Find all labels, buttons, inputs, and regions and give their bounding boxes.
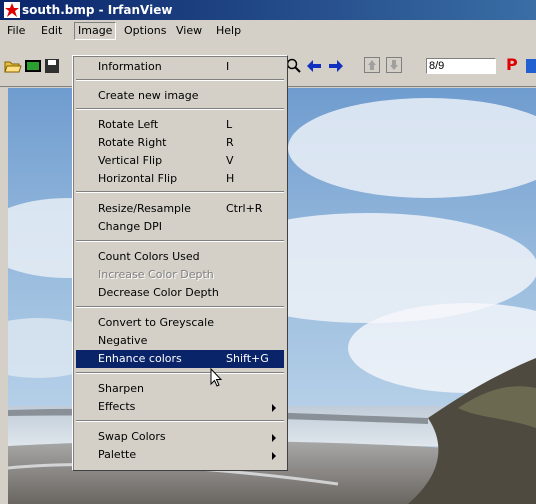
- menu-item-label: Rotate Left: [98, 118, 159, 131]
- menu-item-swap-colors[interactable]: Swap Colors: [76, 428, 284, 446]
- menu-file[interactable]: File: [4, 23, 28, 39]
- menu-item-resize-resample[interactable]: Resize/Resample Ctrl+R: [76, 200, 284, 218]
- menu-item-shortcut: V: [226, 154, 234, 167]
- menu-item-label: Create new image: [98, 89, 199, 102]
- menu-bar: File Edit Image Options View Help: [0, 20, 536, 42]
- menu-item-sharpen[interactable]: Sharpen: [76, 380, 284, 398]
- menu-item-horizontal-flip[interactable]: Horizontal Flip H: [76, 170, 284, 188]
- irfanview-app-icon: [4, 2, 20, 18]
- previous-image-icon[interactable]: [306, 59, 322, 73]
- menu-item-label: Sharpen: [98, 382, 144, 395]
- menu-item-shortcut: H: [226, 172, 235, 185]
- menu-item-shortcut: Ctrl+R: [226, 202, 263, 215]
- menu-item-label: Swap Colors: [98, 430, 166, 443]
- submenu-arrow-icon: [272, 434, 276, 442]
- menu-help[interactable]: Help: [213, 23, 244, 39]
- menu-item-label: Decrease Color Depth: [98, 286, 219, 299]
- page-number-field[interactable]: [426, 58, 496, 74]
- menu-separator: [76, 240, 284, 242]
- menu-separator: [76, 306, 284, 308]
- menu-item-information[interactable]: Information I: [76, 58, 284, 76]
- menu-separator: [76, 191, 284, 193]
- menu-separator: [76, 79, 284, 81]
- menu-item-label: Horizontal Flip: [98, 172, 178, 185]
- save-icon[interactable]: [44, 58, 62, 74]
- menu-item-rotate-right[interactable]: Rotate Right R: [76, 134, 284, 152]
- title-bar[interactable]: south.bmp - IrfanView: [0, 0, 536, 20]
- menu-item-change-dpi[interactable]: Change DPI: [76, 218, 284, 236]
- menu-item-shortcut: L: [226, 118, 233, 131]
- menu-separator: [76, 372, 284, 374]
- menu-edit[interactable]: Edit: [38, 23, 65, 39]
- menu-item-palette[interactable]: Palette: [76, 446, 284, 464]
- menu-item-label: Effects: [98, 400, 136, 413]
- menu-item-label: Enhance colors: [98, 352, 182, 365]
- menu-separator: [76, 108, 284, 110]
- next-image-icon[interactable]: [328, 59, 344, 73]
- menu-item-label: Negative: [98, 334, 148, 347]
- menu-item-label: Vertical Flip: [98, 154, 163, 167]
- submenu-arrow-icon: [272, 404, 276, 412]
- menu-item-label: Resize/Resample: [98, 202, 191, 215]
- menu-item-label: Rotate Right: [98, 136, 167, 149]
- image-menu-dropdown: Information I Create new image Rotate Le…: [72, 55, 288, 471]
- menu-item-label: Palette: [98, 448, 137, 461]
- menu-item-label: Convert to Greyscale: [98, 316, 214, 329]
- menu-image[interactable]: Image: [74, 22, 117, 40]
- menu-item-create-new-image[interactable]: Create new image: [76, 87, 284, 105]
- paint-button[interactable]: P: [506, 55, 518, 74]
- menu-view[interactable]: View: [173, 23, 205, 39]
- menu-item-enhance-colors[interactable]: Enhance colors Shift+G: [76, 350, 284, 368]
- menu-item-rotate-left[interactable]: Rotate Left L: [76, 116, 284, 134]
- menu-item-convert-to-greyscale[interactable]: Convert to Greyscale: [76, 314, 284, 332]
- submenu-arrow-icon: [272, 452, 276, 460]
- menu-item-effects[interactable]: Effects: [76, 398, 284, 416]
- last-image-icon[interactable]: [386, 57, 402, 73]
- menu-item-count-colors-used[interactable]: Count Colors Used: [76, 248, 284, 266]
- menu-item-decrease-color-depth[interactable]: Decrease Color Depth: [76, 284, 284, 302]
- menu-item-label: Change DPI: [98, 220, 162, 233]
- zoom-out-icon[interactable]: [286, 58, 302, 74]
- menu-item-shortcut: Shift+G: [226, 352, 269, 365]
- menu-separator: [76, 420, 284, 422]
- toolbar-extra-icon[interactable]: [526, 58, 536, 74]
- mouse-pointer-icon: [210, 368, 223, 387]
- menu-item-label: Count Colors Used: [98, 250, 200, 263]
- menu-item-label: Information: [98, 60, 162, 73]
- window-title: south.bmp - IrfanView: [22, 3, 173, 17]
- menu-item-vertical-flip[interactable]: Vertical Flip V: [76, 152, 284, 170]
- menu-item-label: Increase Color Depth: [98, 268, 214, 281]
- menu-item-increase-color-depth: Increase Color Depth: [76, 266, 284, 284]
- first-image-icon[interactable]: [364, 57, 380, 73]
- menu-options[interactable]: Options: [121, 23, 169, 39]
- menu-item-shortcut: R: [226, 136, 234, 149]
- menu-item-shortcut: I: [226, 60, 230, 73]
- menu-item-negative[interactable]: Negative: [76, 332, 284, 350]
- slideshow-icon[interactable]: [24, 58, 42, 74]
- open-folder-icon[interactable]: [4, 58, 22, 74]
